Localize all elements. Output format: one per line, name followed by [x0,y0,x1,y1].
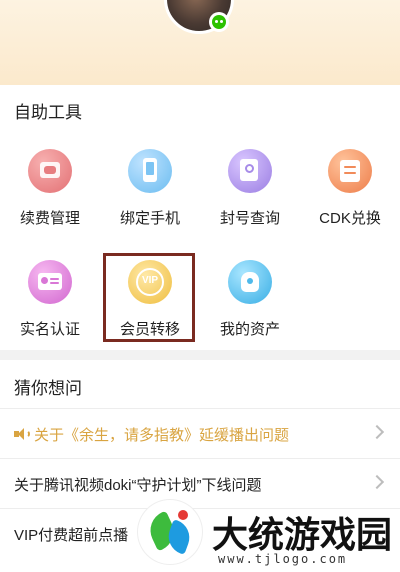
chevron-right-icon [369,424,385,440]
tool-real-name-verification[interactable]: 实名认证 [0,260,100,360]
asset-bag-icon [228,260,272,304]
watermark-logo-icon [138,500,202,564]
wechat-icon [209,12,229,32]
watermark: 大统游戏园 www.tjlogo.com [138,500,400,572]
tool-label: CDK兑换 [319,210,381,227]
tool-cdk-exchange[interactable]: CDK兑换 [300,149,400,249]
tool-my-assets[interactable]: 我的资产 [200,260,300,360]
search-document-icon [228,149,272,193]
wallet-icon [28,149,72,193]
tools-section-title: 自助工具 [14,103,82,122]
tool-label: 续费管理 [19,210,80,227]
tool-label: 绑定手机 [119,210,180,227]
watermark-url: www.tjlogo.com [218,552,348,566]
faq-item-text: VIP付费超前点播 [14,527,129,544]
chevron-right-icon [369,474,385,490]
tool-renewal-management[interactable]: 续费管理 [0,149,100,249]
exchange-icon [328,149,372,193]
tool-bind-phone[interactable]: 绑定手机 [100,149,200,249]
tool-ban-query[interactable]: 封号查询 [200,149,300,249]
tool-label: 实名认证 [19,321,80,338]
faq-item[interactable]: 关于《余生，请多指教》延缓播出问题 [0,408,400,458]
faq-item-text: 关于《余生，请多指教》延缓播出问题 [34,427,290,444]
tool-label: 我的资产 [219,321,280,338]
highlight-box [103,253,195,342]
speaker-icon [14,428,30,440]
id-card-icon [28,260,72,304]
faq-item-text: 关于腾讯视频doki“守护计划”下线问题 [14,477,262,494]
self-service-tools-card: 自助工具 续费管理 绑定手机 封号查询 CDK兑换 实名认证 VIP 会员转移 … [0,85,400,350]
watermark-brand: 大统游戏园 [212,515,393,556]
section-divider [0,350,400,360]
faq-section-title: 猜你想问 [14,379,82,398]
profile-header [0,0,400,85]
phone-icon [128,149,172,193]
tool-label: 封号查询 [219,210,280,227]
